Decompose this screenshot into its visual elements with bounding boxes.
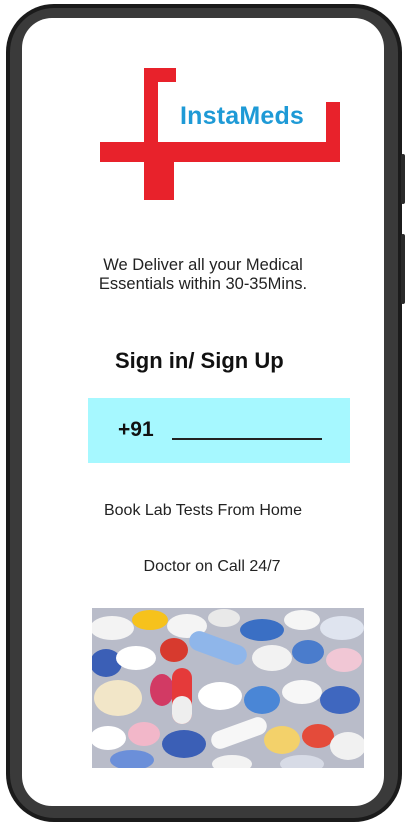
phone-number-input[interactable] [172, 438, 322, 440]
tagline-line-2: Essentials within 30-35Mins. [98, 275, 308, 293]
tagline: We Deliver all your Medical Essentials w… [22, 256, 384, 294]
power-button [401, 234, 405, 304]
logo-cross-top-arm [144, 68, 176, 82]
phone-frame: InstaMeds We Deliver all your Medical Es… [6, 4, 405, 822]
doctor-on-call-link[interactable]: Doctor on Call 24/7 [22, 558, 384, 576]
brand-name: InstaMeds [179, 102, 305, 130]
instameds-logo: InstaMeds [100, 68, 340, 200]
phone-number-box[interactable]: +91 [88, 398, 350, 463]
signin-title: Sign in/ Sign Up [115, 348, 284, 373]
volume-button [401, 154, 405, 204]
logo-cross-right-arm [326, 102, 340, 162]
app-screen: InstaMeds We Deliver all your Medical Es… [22, 18, 384, 806]
book-lab-tests-link[interactable]: Book Lab Tests From Home [22, 502, 384, 520]
country-code: +91 [118, 418, 154, 441]
pills-illustration [92, 608, 364, 768]
logo-cross-horizontal [100, 142, 340, 162]
medicine-pills-image [92, 608, 364, 768]
tagline-line-1: We Deliver all your Medical [103, 256, 303, 274]
